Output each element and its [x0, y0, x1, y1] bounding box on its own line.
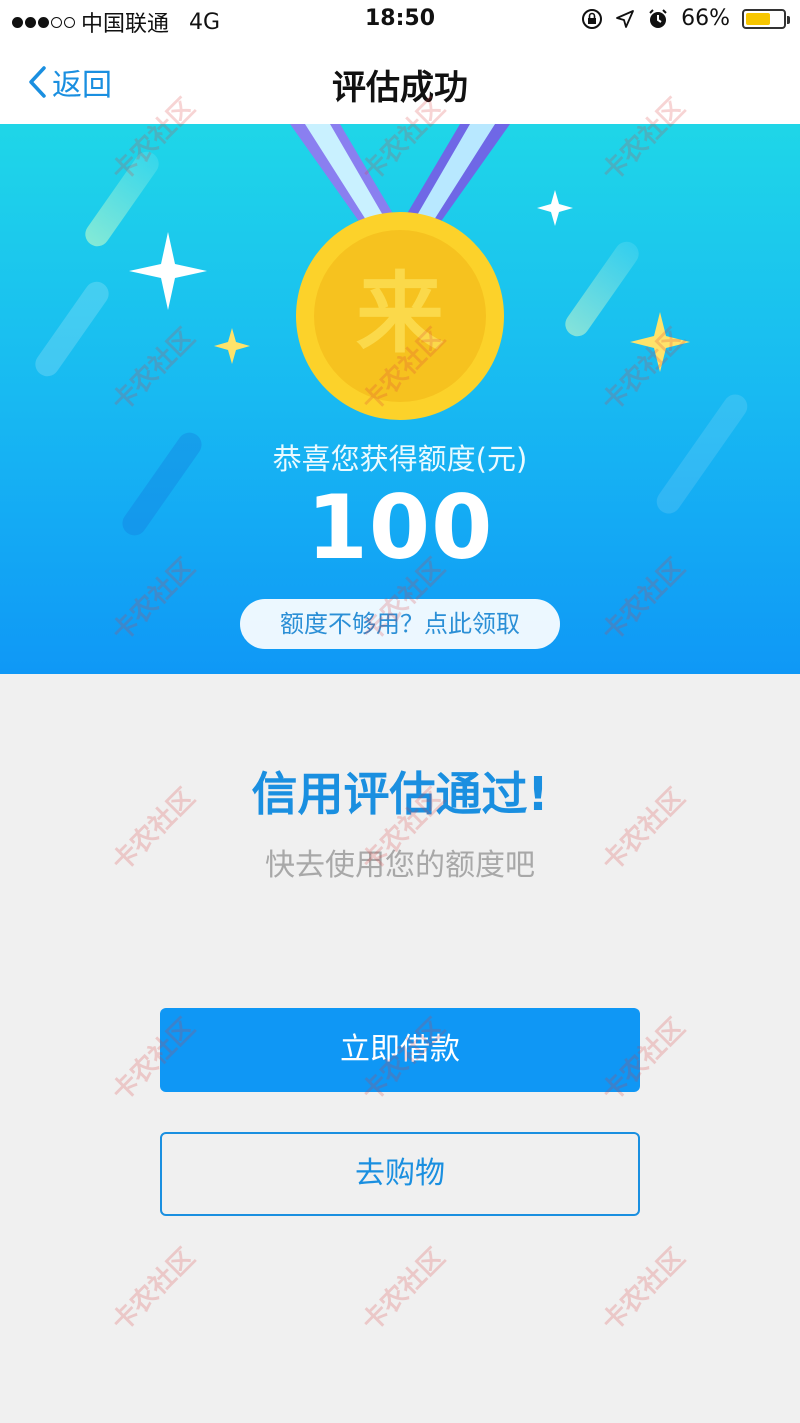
assessment-subline: 快去使用您的额度吧 — [265, 848, 535, 883]
page-title: 评估成功 — [332, 68, 468, 108]
reward-caption: 恭喜您获得额度(元) — [272, 442, 528, 476]
status-right: 66% — [581, 6, 790, 31]
claim-more-quota-button[interactable]: 额度不够用？点此领取 — [240, 599, 560, 649]
navigation-bar: 返回 评估成功 — [0, 40, 800, 124]
sparkle-icon — [630, 312, 690, 372]
battery-level-fill — [746, 12, 770, 25]
status-bar: 中国联通 4G 18:50 66% — [0, 0, 800, 40]
location-arrow-icon — [616, 9, 634, 28]
borrow-now-button[interactable]: 立即借款 — [160, 1008, 640, 1092]
sparkle-icon — [537, 190, 573, 226]
battery-percent: 66% — [681, 6, 730, 31]
alarm-clock-icon — [649, 8, 667, 28]
rotation-lock-icon — [582, 8, 603, 29]
assessment-headline: 信用评估通过! — [251, 767, 549, 821]
medal-character: 来 — [356, 262, 444, 365]
sparkle-icon — [214, 328, 250, 364]
watermark: 卡农社区 — [356, 1242, 452, 1338]
go-shopping-button[interactable]: 去购物 — [160, 1132, 640, 1216]
credit-amount: 100 — [306, 476, 494, 579]
watermark: 卡农社区 — [106, 1242, 202, 1338]
reward-banner: 来 恭喜您获得额度(元) 100 额度不够用？点此领取 — [0, 124, 800, 674]
sparkle-icon — [129, 232, 207, 310]
battery-icon — [742, 8, 790, 29]
medal-icon: 来 — [290, 124, 510, 420]
watermark: 卡农社区 — [596, 1242, 692, 1338]
